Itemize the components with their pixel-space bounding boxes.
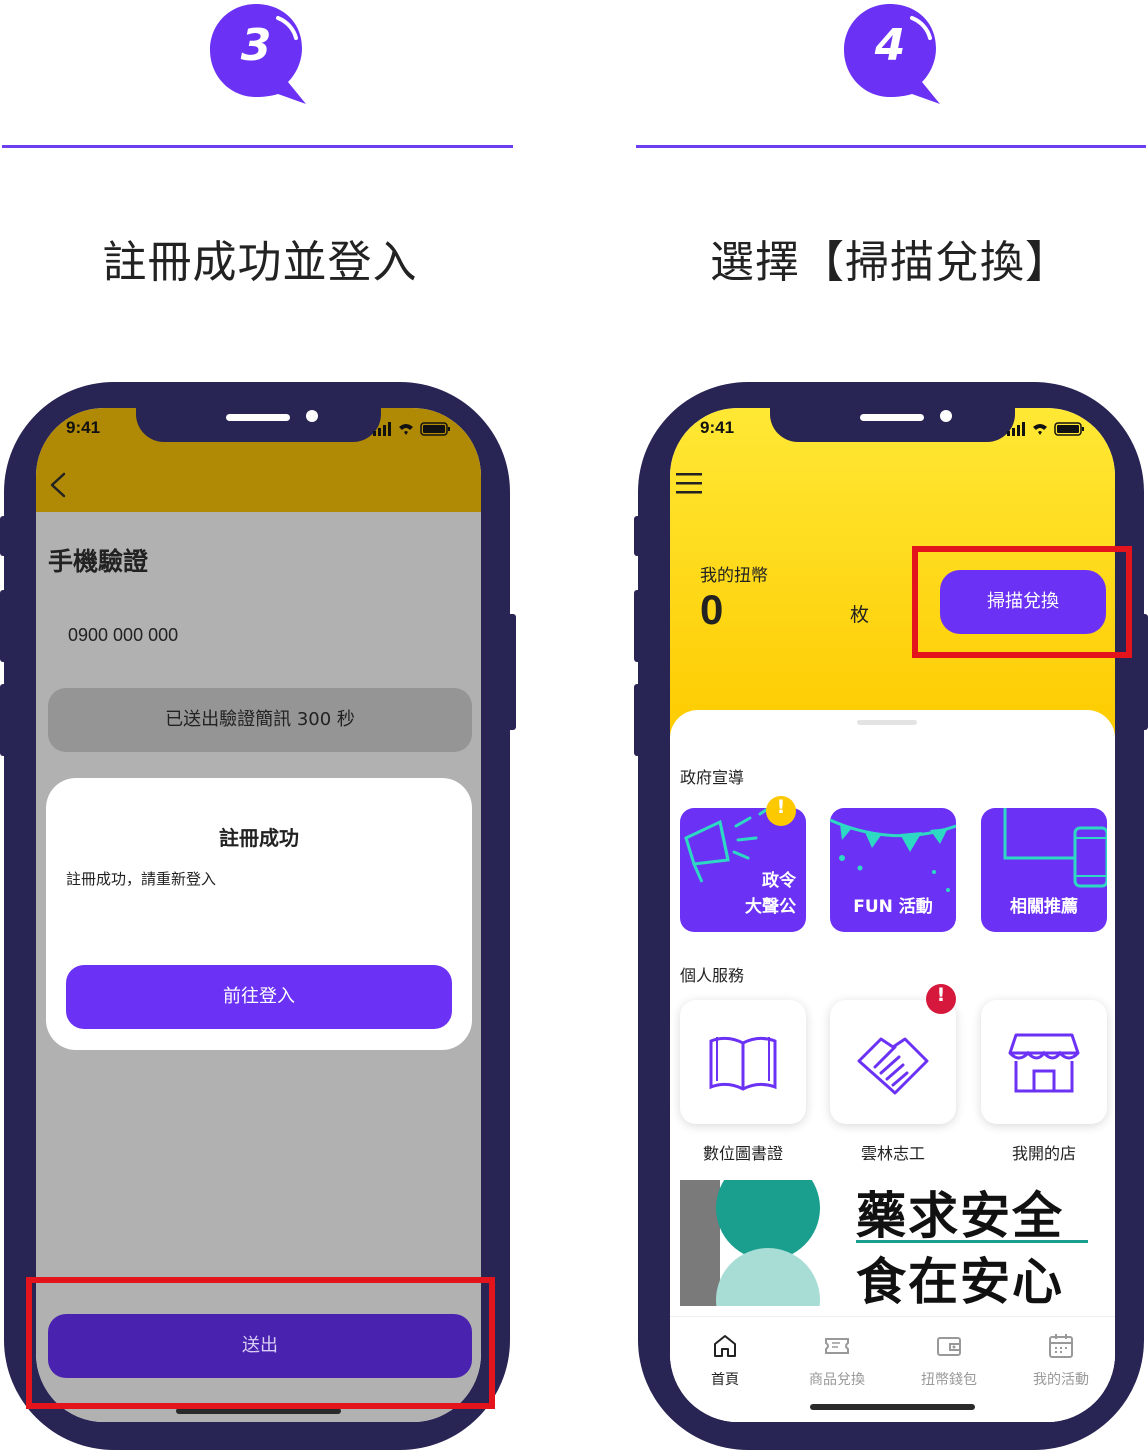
promo-banner[interactable]: 藥求安全 食在安心 (680, 1180, 1105, 1306)
status-icons (1007, 422, 1084, 436)
phone-notch (136, 408, 381, 442)
banner-line-2: 食在安心 (856, 1252, 1064, 1306)
status-time: 9:41 (66, 418, 101, 437)
tab-my-activities[interactable]: 我的活動 (1006, 1317, 1115, 1397)
ticket-icon (825, 1338, 849, 1354)
tab-label: 首頁 (711, 1372, 739, 1388)
tab-label: 商品兌換 (809, 1372, 865, 1388)
scan-button-highlight (912, 546, 1132, 658)
go-login-button[interactable]: 前往登入 (66, 965, 452, 1029)
submit-button-highlight (26, 1277, 495, 1409)
tab-home[interactable]: 首頁 (670, 1317, 780, 1397)
speaker (860, 414, 924, 421)
service-digital-library[interactable] (680, 1000, 806, 1124)
home-indicator (810, 1404, 975, 1410)
dialog-title: 註冊成功 (219, 826, 299, 850)
sheet-handle[interactable] (857, 720, 917, 725)
service-label: 我開的店 (1011, 1144, 1076, 1163)
phone-number-field[interactable]: 0900 000 000 (68, 625, 178, 646)
service-label: 數位圖書證 (702, 1144, 783, 1163)
step-4-title: 選擇【掃描兌換】 (710, 237, 1070, 288)
service-volunteer[interactable] (830, 1000, 956, 1124)
alert-badge-icon: ! (926, 984, 956, 1014)
hamburger-menu-icon[interactable] (676, 472, 702, 494)
left-phone-screen: 9:41 手機驗證 0900 000 000 已送出驗證簡訊 300 秒 註冊成… (36, 408, 481, 1422)
banner-line-1: 藥求安全 (856, 1186, 1064, 1245)
coins-balance: 0 (700, 586, 724, 633)
calendar-icon (1049, 1334, 1073, 1358)
gov-section-title: 政府宣導 (680, 768, 745, 787)
step-3-title: 註冊成功並登入 (102, 237, 418, 288)
coins-unit: 枚 (850, 604, 870, 626)
gov-card-label: 政令 大聲公 (745, 871, 796, 917)
dialog-message: 註冊成功，請重新登入 (66, 870, 217, 888)
status-icons (373, 422, 450, 436)
phone-notch (770, 408, 1015, 442)
gov-card-recommendations[interactable]: 相關推薦 (981, 808, 1107, 932)
step-4-number: 4 (874, 20, 906, 71)
tab-label: 扭幣錢包 (921, 1372, 977, 1388)
tab-wallet[interactable]: 扭幣錢包 (894, 1317, 1004, 1397)
handshake-icon (857, 1037, 929, 1095)
gov-card-label: 相關推薦 (1010, 897, 1078, 917)
right-phone: 9:41 我的扭幣 0 枚 掃描兌換 政府宣導 政令 大聲公 ! FUN 活動 … (638, 382, 1144, 1450)
wallet-icon (937, 1337, 961, 1356)
gov-card-label: FUN 活動 (853, 897, 933, 917)
book-icon (709, 1036, 777, 1091)
tab-redeem[interactable]: 商品兌換 (782, 1317, 892, 1397)
step-4-divider (636, 145, 1146, 148)
front-camera (940, 410, 952, 422)
coins-label: 我的扭幣 (700, 566, 768, 586)
service-my-store[interactable] (981, 1000, 1107, 1124)
tab-label: 我的活動 (1033, 1372, 1089, 1388)
step-3-divider (2, 145, 513, 148)
success-dialog: 註冊成功 註冊成功，請重新登入 前往登入 (46, 778, 472, 1050)
step-4-badge: 4 (842, 0, 942, 104)
step-3-badge: 3 (208, 0, 308, 104)
page-title: 手機驗證 (48, 547, 149, 576)
step-3-number: 3 (240, 20, 272, 71)
gov-card-fun-events[interactable]: FUN 活動 (830, 808, 956, 932)
warning-badge-icon: ! (766, 796, 796, 826)
gov-card-announcements[interactable]: 政令 大聲公 (680, 808, 806, 932)
resend-sms-button[interactable]: 已送出驗證簡訊 300 秒 (48, 688, 472, 752)
speaker (226, 414, 290, 421)
banner-graphic (680, 1180, 830, 1306)
store-icon (1008, 1033, 1080, 1093)
status-time: 9:41 (700, 418, 735, 437)
personal-section-title: 個人服務 (680, 966, 745, 985)
front-camera (306, 410, 318, 422)
back-chevron-icon[interactable] (48, 472, 68, 498)
service-label: 雲林志工 (860, 1144, 925, 1163)
home-icon (714, 1335, 736, 1357)
